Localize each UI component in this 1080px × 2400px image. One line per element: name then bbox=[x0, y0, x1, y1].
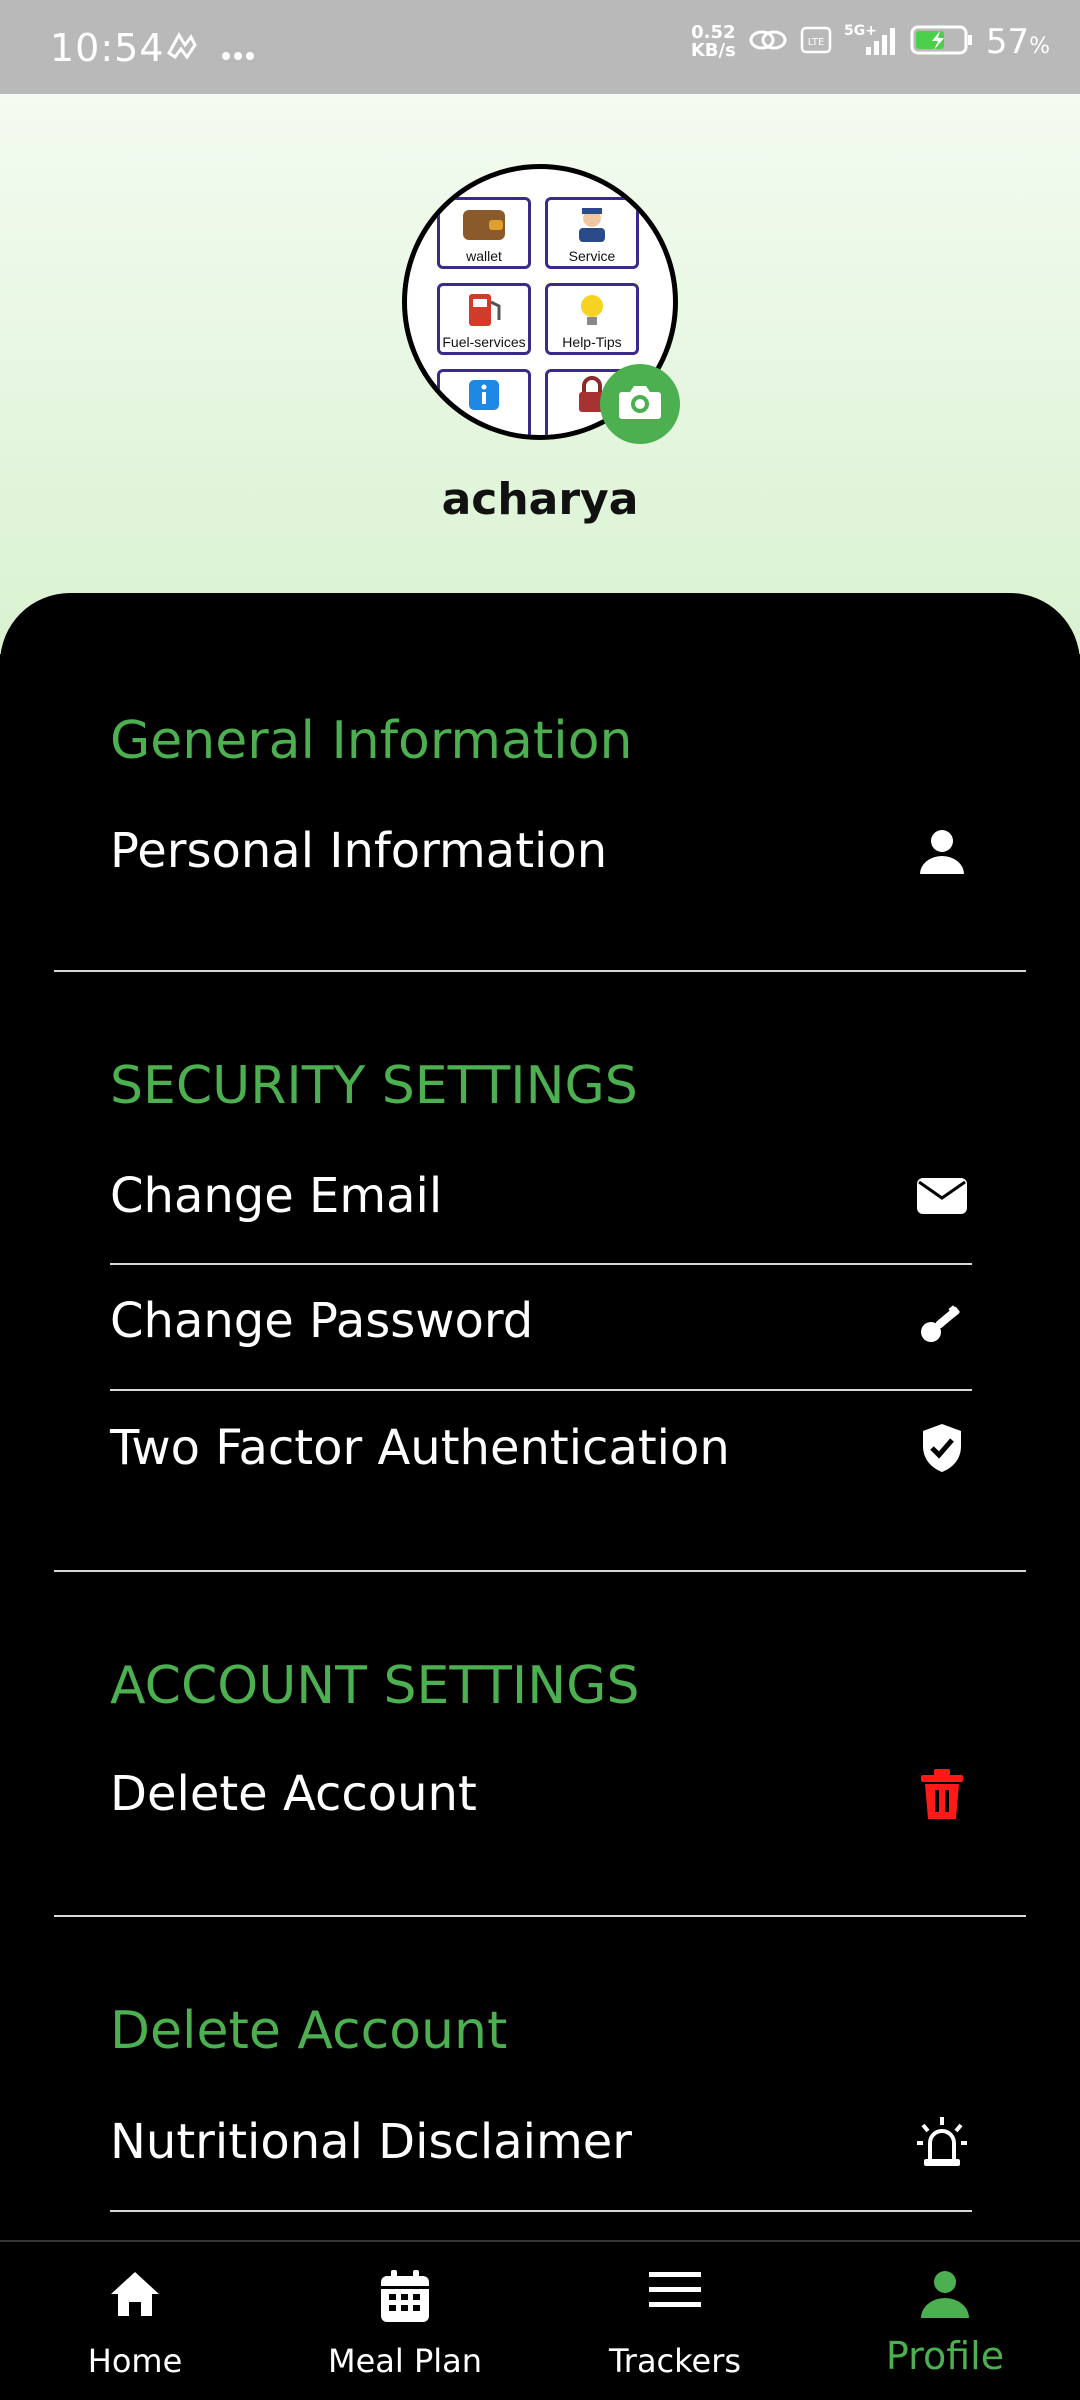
avatar-tile-wallet: wallet bbox=[437, 197, 531, 269]
status-right-icons: 0.52 KB/s LTE 5G+ 57% bbox=[691, 22, 1050, 62]
personal-information-item[interactable]: Personal Information bbox=[110, 796, 972, 906]
avatar-tile-service: Service bbox=[545, 197, 639, 269]
nav-label: Profile bbox=[885, 2334, 1005, 2378]
nav-meal-plan[interactable]: Meal Plan bbox=[270, 2242, 540, 2400]
person-icon bbox=[810, 2268, 1080, 2328]
status-bar: 10:54 0.52 KB/s LTE 5G+ 57% bbox=[0, 0, 1080, 94]
signal-icon: 5G+ bbox=[844, 23, 898, 61]
svg-text:LTE: LTE bbox=[808, 37, 825, 48]
volte-icon: LTE bbox=[800, 25, 832, 59]
tile-label: Help-Tips bbox=[562, 334, 622, 350]
battery-icon bbox=[910, 23, 974, 61]
item-divider bbox=[110, 2210, 972, 2212]
battery-unit: % bbox=[1029, 34, 1050, 59]
change-photo-button[interactable] bbox=[600, 364, 680, 444]
change-password-item[interactable]: Change Password bbox=[110, 1266, 972, 1376]
home-icon bbox=[0, 2268, 270, 2328]
section-divider bbox=[54, 1915, 1026, 1917]
item-divider bbox=[110, 1263, 972, 1265]
battery-value: 57 bbox=[985, 22, 1030, 62]
two-factor-item[interactable]: Two Factor Authentication bbox=[110, 1393, 972, 1503]
section-divider bbox=[54, 970, 1026, 972]
avatar-tile-fuel: Fuel-services bbox=[437, 283, 531, 355]
section-title-general: General Information bbox=[110, 711, 633, 771]
delete-account-item[interactable]: Delete Account bbox=[110, 1739, 972, 1849]
nav-trackers[interactable]: Trackers bbox=[540, 2242, 810, 2400]
key-icon bbox=[912, 1291, 972, 1351]
menu-icon bbox=[540, 2268, 810, 2328]
section-title-security: SECURITY SETTINGS bbox=[110, 1056, 638, 1116]
username: acharya bbox=[441, 474, 639, 525]
bottom-navigation: Home Meal Plan Trackers Profile bbox=[0, 2240, 1080, 2400]
status-time: 10:54 bbox=[50, 26, 165, 70]
alarm-icon bbox=[912, 2112, 972, 2172]
envelope-icon bbox=[912, 1166, 972, 1226]
item-label: Change Email bbox=[110, 1168, 443, 1224]
profile-header: wallet Service Fuel-services Help-Tips a… bbox=[0, 94, 1080, 654]
tile-label: wallet bbox=[466, 248, 502, 264]
status-left-icons bbox=[165, 30, 255, 70]
nav-home[interactable]: Home bbox=[0, 2242, 270, 2400]
calendar-icon bbox=[270, 2268, 540, 2328]
item-label: Delete Account bbox=[110, 1766, 477, 1822]
camera-icon bbox=[616, 382, 664, 426]
more-dots-icon bbox=[221, 30, 255, 70]
speed-unit: KB/s bbox=[690, 40, 736, 61]
nav-label: Trackers bbox=[608, 2342, 742, 2380]
battery-percent: 57% bbox=[986, 22, 1050, 62]
item-label: Change Password bbox=[110, 1293, 534, 1349]
nav-label: Home bbox=[87, 2342, 183, 2380]
link-icon bbox=[748, 25, 788, 59]
user-icon bbox=[912, 821, 972, 881]
shield-check-icon bbox=[912, 1418, 972, 1478]
section-title-other: Delete Account bbox=[110, 2001, 508, 2061]
item-label: Two Factor Authentication bbox=[110, 1420, 730, 1476]
avatar-tile-info bbox=[437, 369, 531, 435]
section-divider bbox=[54, 1570, 1026, 1572]
nav-profile[interactable]: Profile bbox=[810, 2242, 1080, 2400]
tile-label: Service bbox=[568, 248, 616, 264]
network-type: 5G+ bbox=[844, 23, 877, 39]
item-label: Nutritional Disclaimer bbox=[110, 2114, 632, 2170]
item-label: Personal Information bbox=[110, 823, 608, 879]
settings-card: General Information Personal Information… bbox=[0, 593, 1080, 2243]
network-speed: 0.52 KB/s bbox=[691, 24, 736, 60]
change-email-item[interactable]: Change Email bbox=[110, 1141, 972, 1251]
app-notification-icon bbox=[165, 30, 199, 70]
nutritional-disclaimer-item[interactable]: Nutritional Disclaimer bbox=[110, 2087, 972, 2197]
avatar-tile-help: Help-Tips bbox=[545, 283, 639, 355]
section-title-account: ACCOUNT SETTINGS bbox=[110, 1656, 640, 1716]
item-divider bbox=[110, 1389, 972, 1391]
nav-label: Meal Plan bbox=[327, 2342, 483, 2380]
trash-icon bbox=[912, 1764, 972, 1824]
tile-label: Fuel-services bbox=[442, 334, 526, 350]
